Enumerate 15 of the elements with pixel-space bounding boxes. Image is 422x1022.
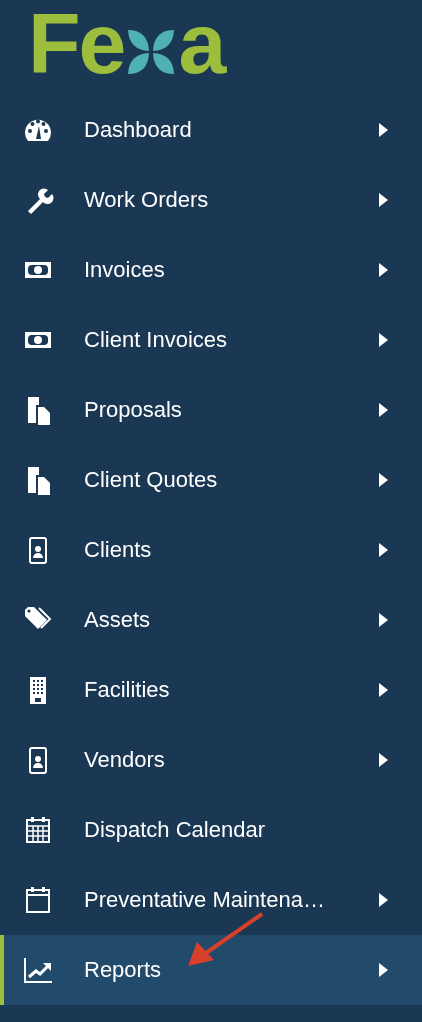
menu-item[interactable]: Assets [0, 585, 422, 655]
logo-text: a [178, 4, 225, 82]
logo-text: Fe [28, 4, 125, 82]
menu-item[interactable]: Dashboard [0, 95, 422, 165]
menu-item[interactable]: Client Invoices [0, 305, 422, 375]
menu-item[interactable]: Vendors [0, 725, 422, 795]
menu-item[interactable]: Proposals [0, 375, 422, 445]
menu-item[interactable]: Work Orders [0, 165, 422, 235]
menu-item[interactable]: Facilities [0, 655, 422, 725]
menu-item[interactable]: Dispatch Calendar [0, 795, 422, 865]
menu-item[interactable]: Client Quotes [0, 445, 422, 515]
menu-item[interactable]: Reports [0, 935, 422, 1005]
menu-item[interactable]: Clients [0, 515, 422, 585]
menu-item[interactable]: Preventative Maintena… [0, 865, 422, 935]
menu-item[interactable]: Invoices [0, 235, 422, 305]
